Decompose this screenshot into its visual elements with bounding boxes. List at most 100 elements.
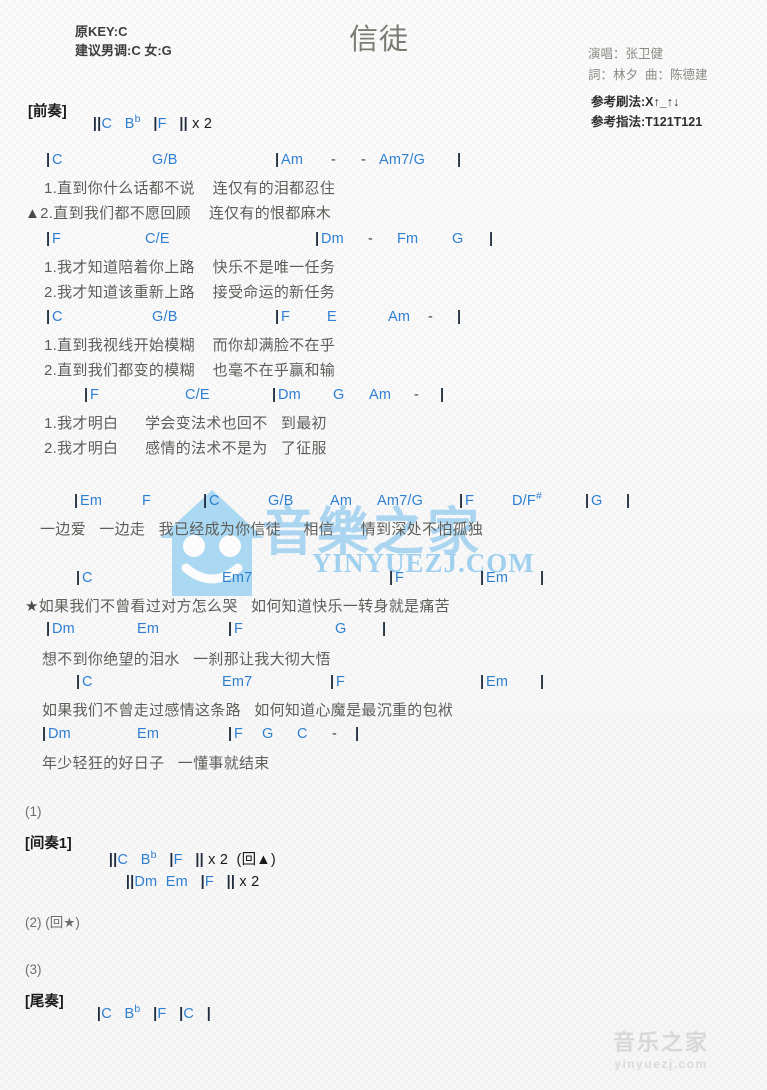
chord-name: Fm bbox=[397, 231, 419, 247]
bar-line: | bbox=[228, 726, 233, 742]
song-title: 信徒 bbox=[349, 24, 410, 56]
chord-name: C bbox=[82, 674, 93, 690]
lyric-row: 如果我们不曾走过感情这条路 如何知道心魔是最沉重的包袱 bbox=[42, 699, 453, 720]
lyric-text: 1.直到你什么话都不说 连仅有的泪都忍住 bbox=[44, 180, 336, 197]
bar-line: | bbox=[76, 674, 81, 690]
lyric-row: ▲2.直到我们都不愿回顾 连仅有的恨都麻木 bbox=[25, 202, 331, 223]
bar-line: | bbox=[457, 309, 462, 325]
repeat-label-3: (3) bbox=[25, 962, 42, 977]
chord-name: G bbox=[591, 493, 603, 509]
chord-name: Em7 bbox=[222, 674, 253, 690]
lyric-row: 年少轻狂的好日子 一懂事就结束 bbox=[42, 752, 270, 773]
lyric-text: 1.我才明白 学会变法术也回不 到最初 bbox=[44, 415, 327, 432]
bar-line: | bbox=[76, 570, 81, 586]
chord-name: Em bbox=[137, 621, 160, 637]
chord-name: C bbox=[82, 570, 93, 586]
fingering-pattern: 参考指法:T121T121 bbox=[591, 115, 703, 129]
lyric-text: 1.直到我视线开始模糊 而你却满脸不在乎 bbox=[44, 337, 336, 354]
chord-name: Em7 bbox=[222, 570, 253, 586]
lyric-row: 1.直到我视线开始模糊 而你却满脸不在乎 bbox=[44, 334, 335, 355]
chord-name: C bbox=[52, 152, 63, 168]
lyric-row: 想不到你绝望的泪水 一刹那让我大彻大悟 bbox=[42, 648, 331, 669]
lyric-row: 一边爱 一边走 我已经成为你信徒 相信 情到深处不怕孤独 bbox=[40, 518, 483, 539]
bar-line: | bbox=[46, 152, 51, 168]
chord-name: G bbox=[262, 726, 274, 742]
chord-dash: - bbox=[428, 309, 434, 325]
suggested-key: 建议男调:C 女:G bbox=[75, 43, 172, 58]
bar-line: | bbox=[489, 231, 494, 247]
bar-line: | bbox=[440, 387, 445, 403]
bar-line: | bbox=[42, 726, 47, 742]
lyric-text: 如果我们不曾走过感情这条路 如何知道心魔是最沉重的包袱 bbox=[42, 702, 454, 719]
writer-credit: 詞：林夕 曲：陈德建 bbox=[588, 68, 708, 82]
chord-name: F bbox=[52, 231, 62, 247]
chord-dash: - bbox=[414, 387, 420, 403]
section-marker: ▲ bbox=[25, 205, 41, 222]
chord-name: Am bbox=[369, 387, 392, 403]
chord-name: Am7/G bbox=[379, 152, 426, 168]
bar-line: | bbox=[389, 570, 394, 586]
lyric-row: 2.我才知道该重新上路 接受命运的新任务 bbox=[44, 281, 335, 302]
chord-name: C/E bbox=[185, 387, 210, 403]
strum-pattern: 参考刷法:X↑_↑↓ bbox=[591, 95, 680, 109]
bar-line: | bbox=[228, 621, 233, 637]
singer-credit: 演唱：张卫健 bbox=[588, 47, 664, 61]
bar-line: | bbox=[315, 231, 320, 247]
chord-name: C/E bbox=[145, 231, 170, 247]
repeat-label-2: (2) (回★) bbox=[25, 911, 80, 931]
bar-line: | bbox=[84, 387, 89, 403]
original-key: 原KEY:C bbox=[75, 24, 128, 39]
bar-line: | bbox=[355, 726, 360, 742]
chord-name: F bbox=[336, 674, 346, 690]
lyric-text: 2.直到我们都变的模糊 也毫不在乎赢和输 bbox=[44, 362, 336, 379]
chord-name: Dm bbox=[48, 726, 71, 742]
chord-sheet-page: 原KEY:C 建议男调:C 女:G 信徒 演唱：张卫健 詞：林夕 曲：陈德建 参… bbox=[0, 0, 767, 1090]
interlude-chords-line2: ||Dm Em |F || x 2 bbox=[108, 874, 260, 890]
chord-name: Em bbox=[486, 674, 509, 690]
chord-name: F bbox=[465, 493, 475, 509]
bottom-watermark-text: 音乐之家 bbox=[613, 1031, 710, 1056]
bar-line: | bbox=[46, 621, 51, 637]
lyric-row: 1.直到你什么话都不说 连仅有的泪都忍住 bbox=[44, 177, 335, 198]
bar-line: | bbox=[480, 570, 485, 586]
lyric-row: 2.直到我们都变的模糊 也毫不在乎赢和输 bbox=[44, 359, 335, 380]
chord-name: G/B bbox=[152, 309, 178, 325]
interlude-tag: [间奏1] bbox=[25, 836, 72, 852]
lyric-row: ★如果我们不曾看过对方怎么哭 如何知道快乐一转身就是痛苦 bbox=[25, 595, 450, 616]
repeat-label-2-note: (回★) bbox=[45, 915, 80, 930]
bar-line: | bbox=[457, 152, 462, 168]
bar-line: | bbox=[626, 493, 631, 509]
bar-line: | bbox=[480, 674, 485, 690]
chord-name: Am7/G bbox=[377, 493, 424, 509]
chord-dash: - bbox=[361, 152, 367, 168]
chord-name: Dm bbox=[278, 387, 301, 403]
lyric-row: 2.我才明白 感情的法术不是为 了征服 bbox=[44, 437, 327, 458]
bar-line: | bbox=[46, 309, 51, 325]
bar-line: | bbox=[74, 493, 79, 509]
chord-name: Am bbox=[388, 309, 411, 325]
chord-name: Em bbox=[486, 570, 509, 586]
chord-name: G/B bbox=[268, 493, 294, 509]
lyric-row: 1.我才明白 学会变法术也回不 到最初 bbox=[44, 412, 327, 433]
section-marker: ★ bbox=[25, 598, 39, 615]
lyric-text: 2.我才知道该重新上路 接受命运的新任务 bbox=[44, 284, 336, 301]
repeat-label-1: (1) bbox=[25, 804, 42, 819]
lyric-text: 1.我才知道陪着你上路 快乐不是唯一任务 bbox=[44, 259, 336, 276]
chord-name: Dm bbox=[321, 231, 344, 247]
bottom-watermark: 音乐之家 yinyuezj.com bbox=[613, 1032, 709, 1072]
chord-name: G bbox=[452, 231, 464, 247]
chord-name: C bbox=[297, 726, 308, 742]
lyric-text: 一边爱 一边走 我已经成为你信徒 相信 情到深处不怕孤独 bbox=[40, 521, 484, 538]
bar-line: | bbox=[540, 674, 545, 690]
chord-name: D/F# bbox=[512, 491, 542, 509]
bar-line: | bbox=[459, 493, 464, 509]
bar-line: | bbox=[585, 493, 590, 509]
chord-name: G/B bbox=[152, 152, 178, 168]
chord-dash: - bbox=[368, 231, 374, 247]
chord-name: Dm bbox=[52, 621, 75, 637]
bar-line: | bbox=[275, 309, 280, 325]
chord-dash: - bbox=[332, 726, 338, 742]
chord-name: G bbox=[335, 621, 347, 637]
chord-name: F bbox=[234, 621, 244, 637]
lyric-row: 1.我才知道陪着你上路 快乐不是唯一任务 bbox=[44, 256, 335, 277]
